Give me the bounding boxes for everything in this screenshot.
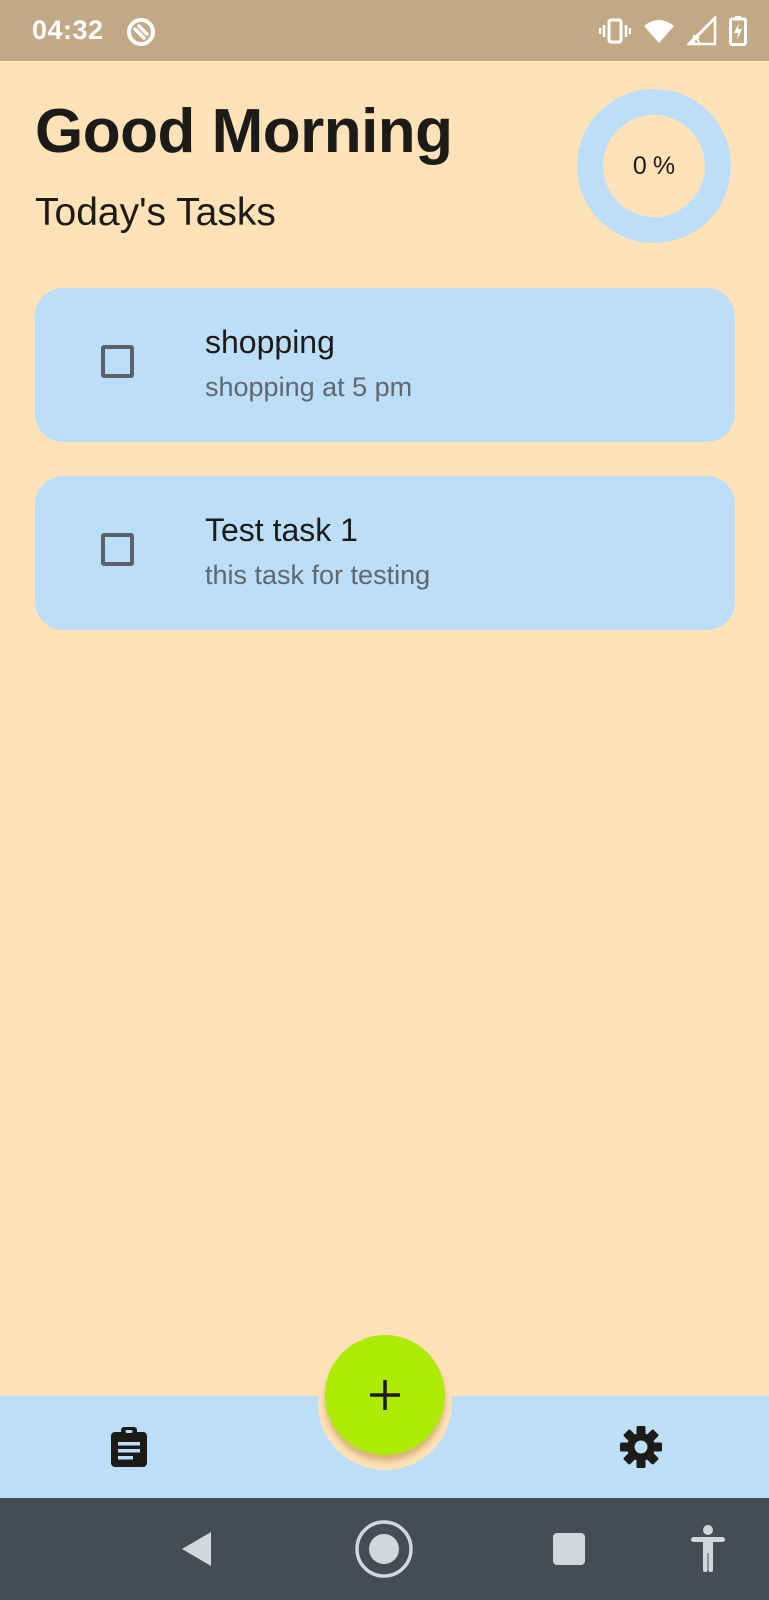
vibrate-icon — [599, 18, 631, 44]
accessibility-icon[interactable] — [678, 1519, 738, 1579]
task-description: this task for testing — [205, 560, 431, 590]
recents-icon[interactable] — [539, 1519, 599, 1579]
back-icon[interactable] — [166, 1519, 226, 1579]
home-icon[interactable] — [354, 1519, 414, 1579]
task-title: shopping — [205, 324, 335, 360]
task-title: Test task 1 — [205, 512, 358, 548]
task-description: shopping at 5 pm — [205, 372, 413, 402]
progress-percentage: 0% — [577, 89, 731, 243]
wifi-icon — [644, 20, 674, 43]
progress-unit: % — [652, 151, 676, 180]
greeting-title: Good Morning — [35, 97, 453, 166]
status-icons: R — [599, 14, 747, 48]
status-time: 04:32 — [32, 15, 104, 45]
task-checkbox[interactable] — [101, 345, 134, 378]
status-bar: 04:32 R — [0, 0, 769, 61]
signal-roaming-icon: R — [687, 16, 717, 46]
battery-charging-icon — [729, 16, 747, 46]
add-task-button[interactable] — [325, 1335, 445, 1455]
settings-gear-icon[interactable] — [620, 1426, 662, 1468]
task-card[interactable]: Test task 1 this task for testing — [35, 476, 735, 630]
clipboard-tasks-icon[interactable] — [108, 1426, 150, 1468]
task-checkbox[interactable] — [101, 533, 134, 566]
plus-icon — [370, 1380, 400, 1410]
app-notification-icon — [127, 18, 155, 46]
system-navigation-bar — [0, 1498, 769, 1600]
tasks-subtitle: Today's Tasks — [35, 191, 276, 234]
task-card[interactable]: shopping shopping at 5 pm — [35, 288, 735, 442]
progress-value: 0 — [632, 151, 647, 180]
svg-text:R: R — [692, 33, 701, 46]
